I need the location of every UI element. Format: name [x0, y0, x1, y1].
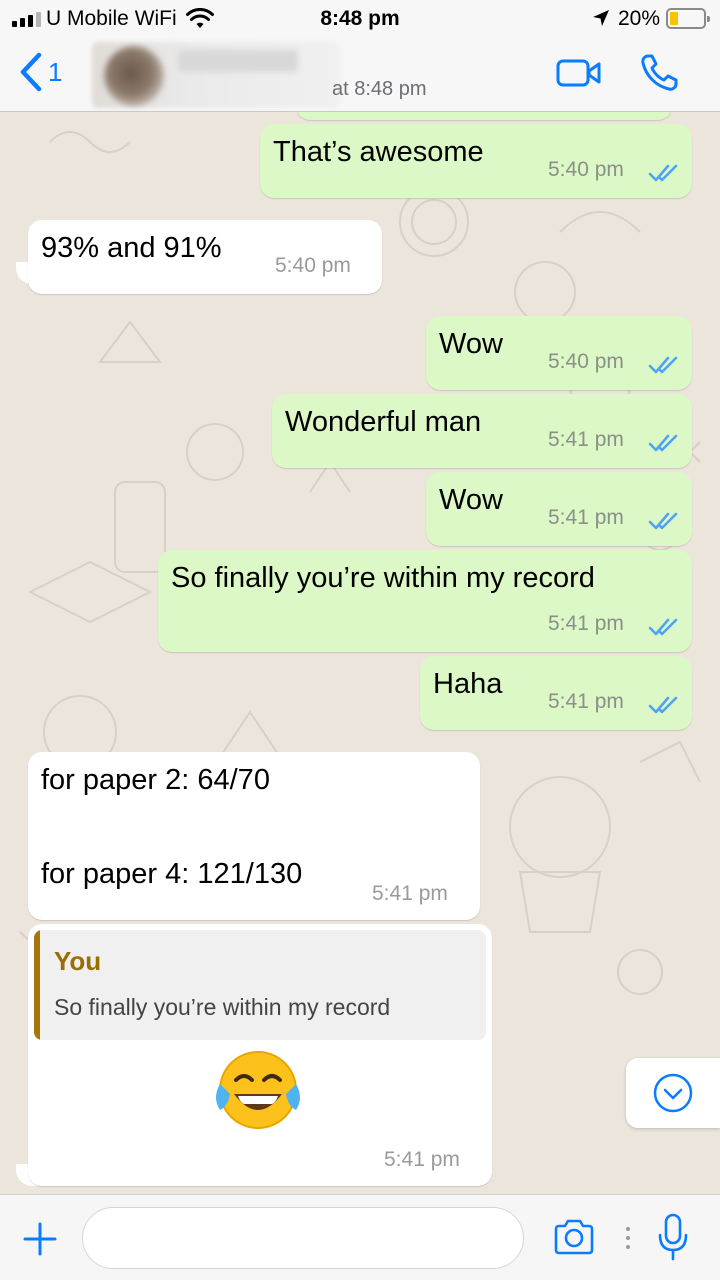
last-seen-status: at 8:48 pm — [332, 78, 427, 100]
message-time: 5:41 pm — [548, 690, 624, 713]
status-bar: U Mobile WiFi 8:48 pm 20% — [0, 0, 720, 38]
microphone-icon[interactable] — [656, 1213, 690, 1263]
message-bubble-outgoing[interactable]: Haha 5:41 pm — [420, 656, 692, 730]
message-bubble-outgoing[interactable]: Wonderful man 5:41 pm — [272, 394, 692, 468]
message-text: Wonderful man — [285, 406, 482, 438]
clock: 8:48 pm — [320, 7, 400, 30]
read-receipt-icon — [648, 434, 678, 452]
camera-icon[interactable] — [552, 1217, 596, 1257]
separator-dots — [626, 1227, 630, 1249]
chat-header: 1 at 8:48 pm — [0, 38, 720, 112]
quoted-message[interactable]: You So finally you’re within my record — [34, 930, 486, 1040]
message-time: 5:41 pm — [384, 1148, 460, 1171]
read-receipt-icon — [648, 512, 678, 530]
message-text: That’s awesome — [273, 136, 484, 168]
message-text: So finally you’re within my record — [171, 562, 595, 594]
message-time: 5:41 pm — [548, 428, 624, 451]
read-receipt-icon — [648, 356, 678, 374]
message-time: 5:41 pm — [548, 506, 624, 529]
avatar[interactable] — [104, 46, 164, 106]
message-bubble-outgoing[interactable]: So finally you’re within my record 5:41 … — [158, 550, 692, 652]
face-with-tears-of-joy-emoji — [216, 1051, 300, 1129]
message-text-line: for paper 4: 121/130 — [41, 858, 303, 890]
message-time: 5:40 pm — [548, 158, 624, 181]
video-call-icon[interactable] — [556, 58, 602, 88]
message-time: 5:41 pm — [548, 612, 624, 635]
message-bubble-partial — [296, 112, 672, 120]
message-bubble-outgoing[interactable]: That’s awesome 5:40 pm — [260, 124, 692, 198]
message-bubble-reply[interactable]: You So finally you’re within my record 5… — [28, 924, 492, 1186]
message-input[interactable] — [82, 1207, 524, 1269]
read-receipt-icon — [648, 164, 678, 182]
message-time: 5:40 pm — [548, 350, 624, 373]
back-chevron-icon — [20, 52, 42, 92]
read-receipt-icon — [648, 696, 678, 714]
quote-accent-bar — [34, 930, 40, 1040]
chat-area[interactable]: That’s awesome 5:40 pm 93% and 91% 5:40 … — [0, 112, 720, 1194]
message-text: Wow — [439, 328, 503, 360]
quote-author: You — [54, 946, 102, 976]
battery-percentage: 20% — [618, 7, 661, 30]
message-bubble-outgoing[interactable]: Wow 5:41 pm — [426, 472, 692, 546]
scroll-to-bottom-button[interactable] — [626, 1058, 720, 1128]
contact-name-blurred — [178, 50, 298, 72]
location-arrow-icon — [593, 10, 609, 26]
message-text: Wow — [439, 484, 503, 516]
message-time: 5:41 pm — [372, 882, 448, 905]
phone-icon[interactable] — [638, 52, 680, 94]
message-bubble-incoming[interactable]: for paper 2: 64/70 for paper 4: 121/130 … — [28, 752, 480, 920]
back-button[interactable]: 1 — [18, 52, 62, 92]
plus-icon[interactable] — [22, 1221, 58, 1257]
message-text-line: for paper 2: 64/70 — [41, 764, 270, 796]
message-bubble-incoming[interactable]: 93% and 91% 5:40 pm — [28, 220, 382, 294]
input-bar — [0, 1194, 720, 1280]
message-text: Haha — [433, 668, 503, 700]
message-text: 93% and 91% — [41, 232, 222, 264]
unread-count: 1 — [48, 56, 63, 87]
message-bubble-outgoing[interactable]: Wow 5:40 pm — [426, 316, 692, 390]
quote-text: So finally you’re within my record — [54, 994, 391, 1020]
read-receipt-icon — [648, 618, 678, 636]
message-time: 5:40 pm — [275, 254, 351, 277]
chevron-down-circle-icon — [653, 1073, 693, 1113]
battery-icon — [666, 8, 710, 29]
